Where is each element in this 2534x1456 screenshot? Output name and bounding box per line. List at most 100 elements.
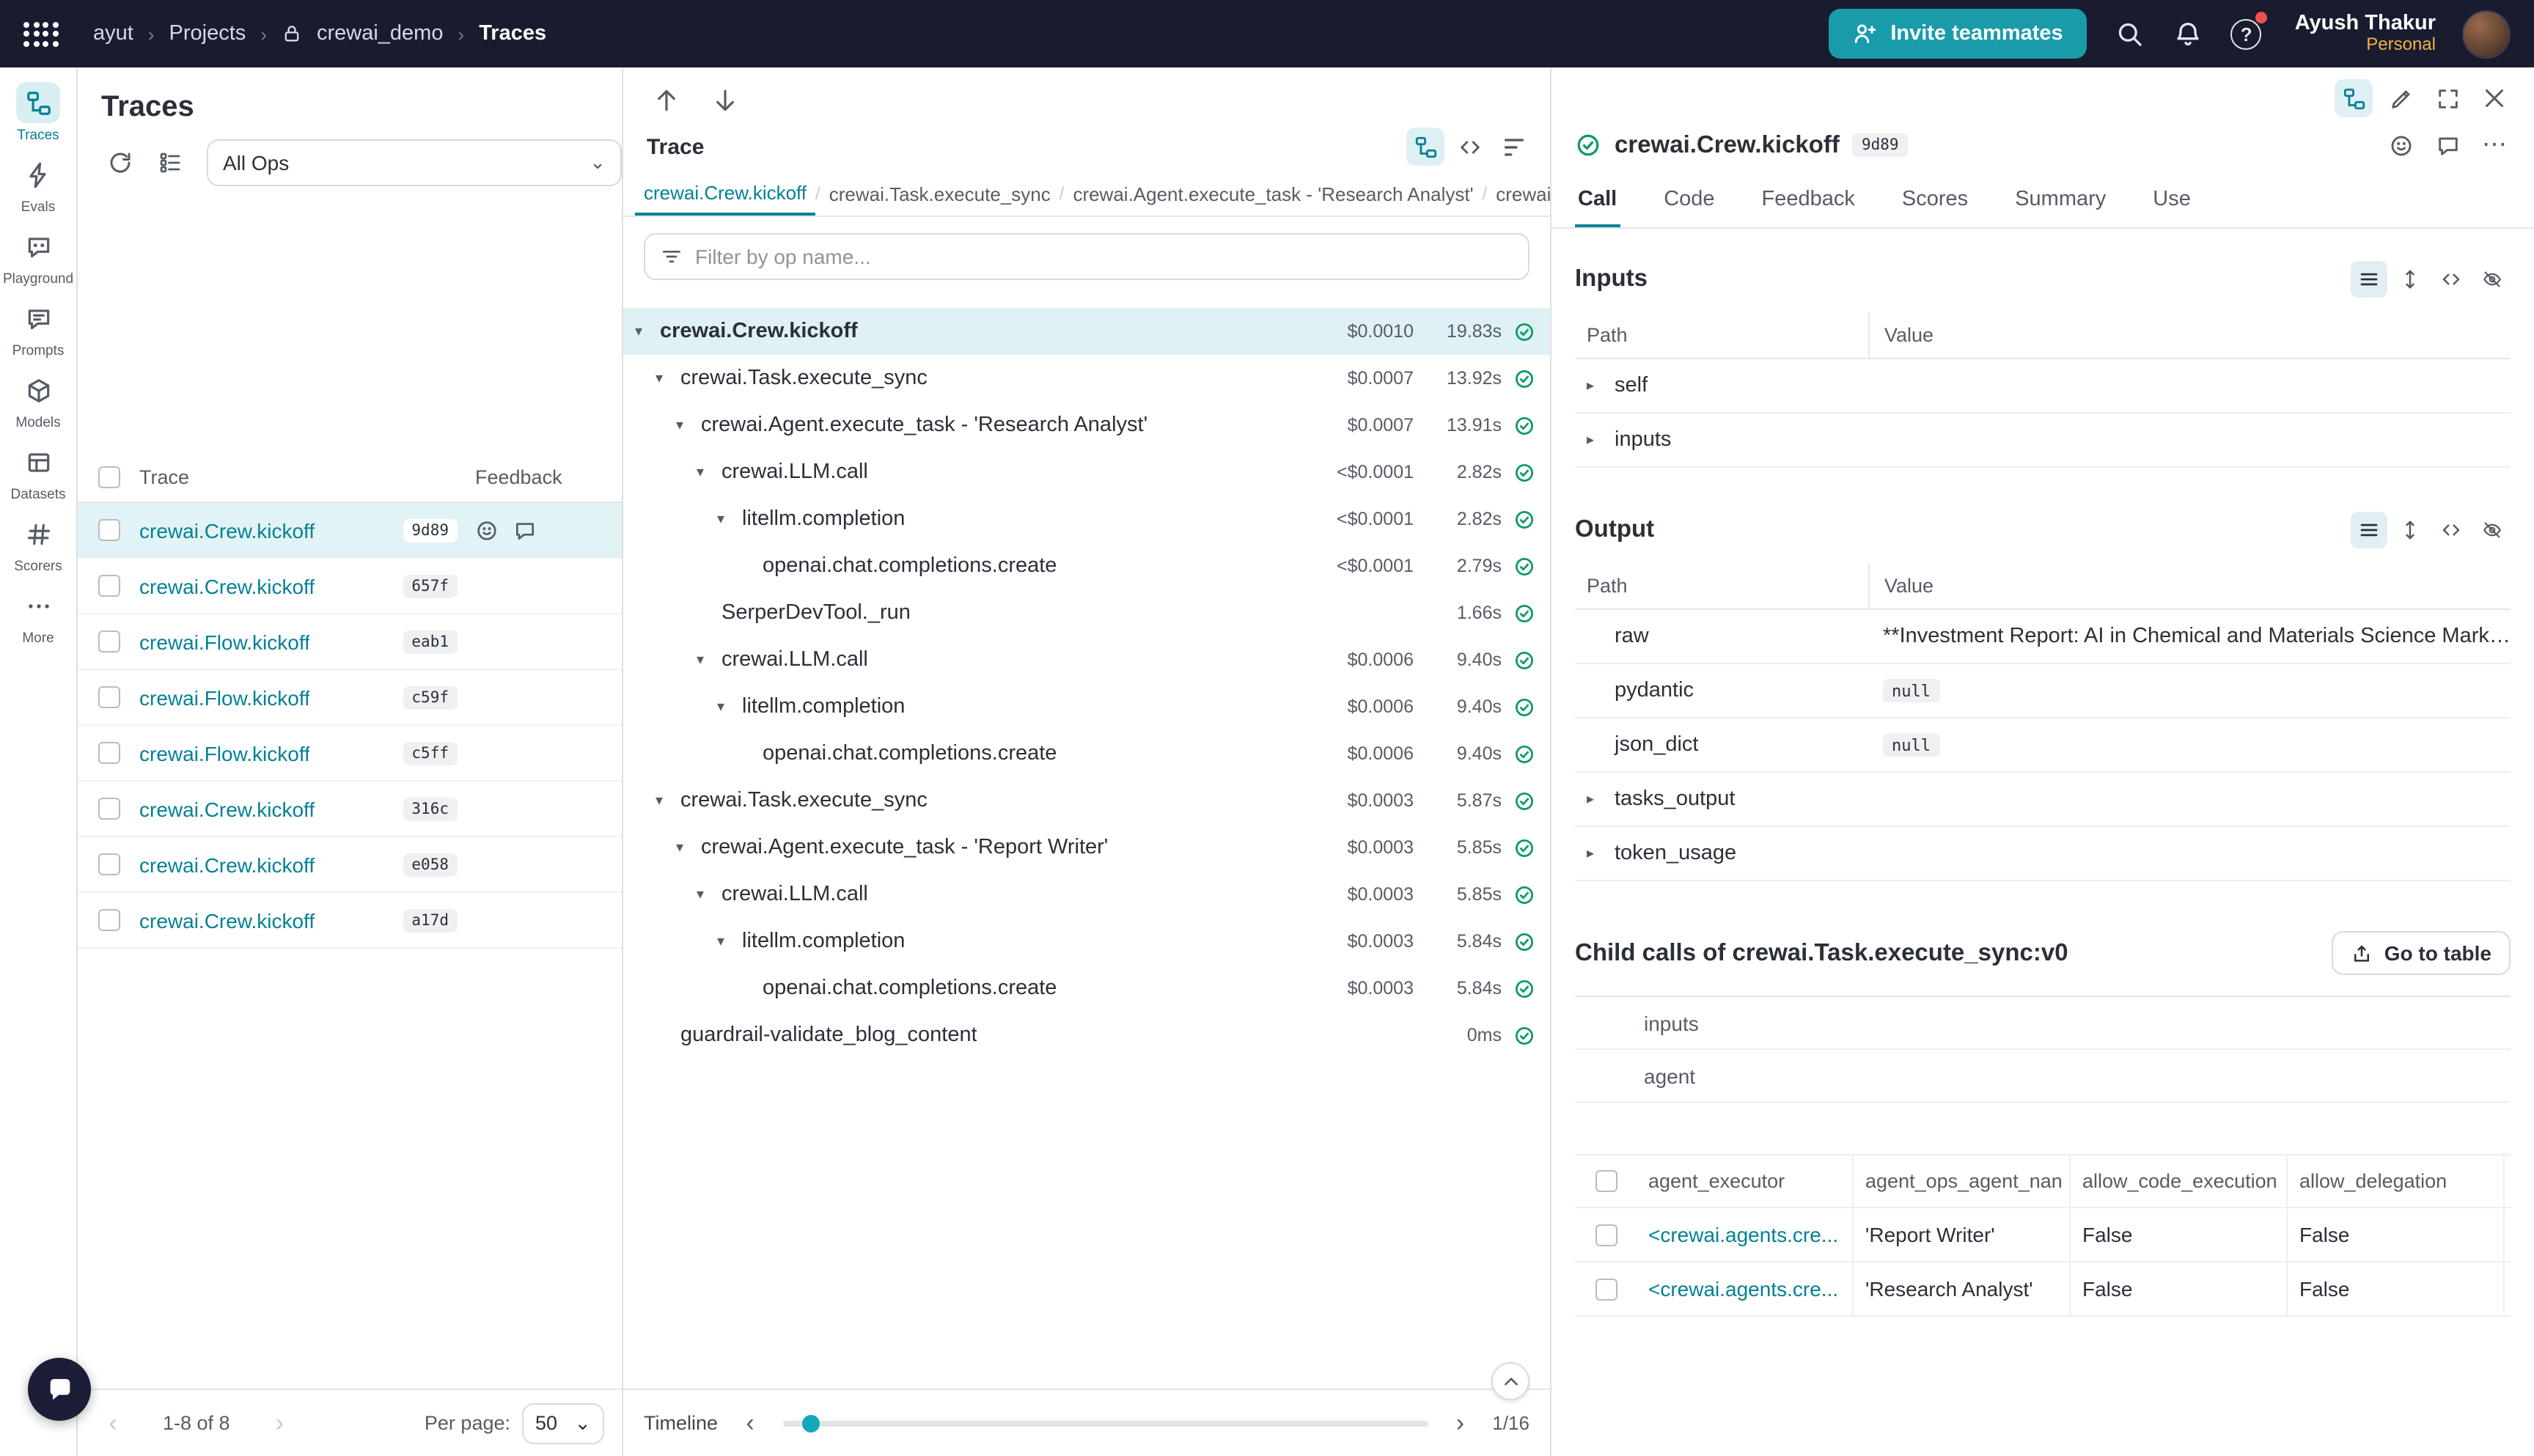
column-header[interactable]: b [2505, 1155, 2511, 1207]
ops-filter-select[interactable]: All Ops ⌄ [207, 139, 622, 186]
sidebar-item-scorers[interactable]: Scorers [1, 513, 75, 575]
trace-tree-row[interactable]: ▾ crewai.Crew.kickoff $0.0010 19.83s [623, 308, 1550, 355]
chevron-down-icon[interactable]: ▾ [697, 464, 721, 480]
wandb-logo[interactable] [23, 21, 58, 46]
chat-support-button[interactable] [28, 1358, 91, 1421]
per-page-select[interactable]: 50 ⌄ [522, 1402, 604, 1444]
sidebar-item-more[interactable]: More [1, 585, 75, 647]
chevron-down-icon[interactable]: ▾ [697, 652, 721, 668]
trace-link[interactable]: crewai.Flow.kickoff [139, 685, 310, 709]
row-checkbox[interactable] [98, 909, 120, 931]
table-row[interactable]: <crewai.agents.cre... 'Research Analyst'… [1575, 1262, 2511, 1317]
next-trace-icon[interactable] [705, 81, 743, 119]
add-note-icon[interactable] [2428, 126, 2467, 164]
previous-trace-icon[interactable] [647, 81, 685, 119]
table-row[interactable]: crewai.Crew.kickoffe058 [78, 837, 622, 893]
path-tab[interactable]: crewai.Crew.kickoff [635, 172, 815, 216]
chevron-right-icon[interactable]: ▸ [1587, 845, 1604, 861]
trace-tree-row[interactable]: openai.chat.completions.create $0.0003 5… [623, 965, 1550, 1012]
trace-tree-row[interactable]: guardrail-validate_blog_content 0ms [623, 1012, 1550, 1059]
trace-link[interactable]: crewai.Crew.kickoff [139, 518, 315, 542]
select-all-checkbox[interactable] [98, 466, 120, 488]
path-tab[interactable]: crewai.Agent.execute_task - 'Research An… [1064, 172, 1482, 216]
hide-values-icon[interactable] [2474, 512, 2511, 548]
sidebar-item-playground[interactable]: Playground [1, 226, 75, 287]
code-format-icon[interactable] [2433, 261, 2469, 298]
sidebar-item-traces[interactable]: Traces [1, 82, 75, 144]
trace-tree-row[interactable]: ▾ crewai.Task.execute_sync $0.0007 13.92… [623, 355, 1550, 402]
trace-tree-row[interactable]: SerperDevTool._run 1.66s [623, 589, 1550, 636]
help-icon[interactable]: ? [2230, 18, 2263, 50]
trace-tree-row[interactable]: ▾ litellm.completion <$0.0001 2.82s [623, 496, 1550, 543]
row-checkbox[interactable] [98, 519, 120, 541]
toggle-tree-icon[interactable] [2335, 79, 2373, 117]
chevron-down-icon[interactable]: ▾ [655, 793, 680, 809]
select-all-checkbox[interactable] [1595, 1170, 1617, 1192]
trace-link[interactable]: crewai.Crew.kickoff [139, 908, 315, 932]
code-format-icon[interactable] [2433, 512, 2469, 548]
chevron-right-icon[interactable]: ▸ [1587, 432, 1604, 448]
notifications-bell-icon[interactable] [2172, 18, 2204, 50]
output-row-raw[interactable]: raw **Investment Report: AI in Chemical … [1575, 610, 2511, 664]
trace-tree-row[interactable]: ▾ litellm.completion $0.0003 5.84s [623, 918, 1550, 965]
row-checkbox[interactable] [98, 630, 120, 652]
row-checkbox[interactable] [98, 686, 120, 708]
output-row-tasks-output[interactable]: ▸tasks_output [1575, 773, 2511, 827]
tab-summary[interactable]: Summary [2012, 176, 2109, 227]
close-icon[interactable] [2475, 79, 2513, 117]
chevron-down-icon[interactable]: ▾ [676, 839, 701, 856]
tab-code[interactable]: Code [1661, 176, 1717, 227]
chevron-down-icon[interactable]: ▾ [717, 699, 742, 715]
user-menu[interactable]: Ayush Thakur Personal [2295, 12, 2436, 56]
edit-icon[interactable] [2381, 79, 2420, 117]
hide-values-icon[interactable] [2474, 261, 2511, 298]
scroll-to-top-button[interactable] [1491, 1362, 1529, 1400]
agent-executor-link[interactable]: <crewai.agents.cre... [1648, 1223, 1838, 1246]
breadcrumb-project[interactable]: crewai_demo [317, 22, 444, 45]
trace-tree-row[interactable]: ▾ crewai.LLM.call $0.0006 9.40s [623, 636, 1550, 683]
row-checkbox[interactable] [98, 798, 120, 820]
refresh-icon[interactable] [101, 144, 139, 182]
avatar[interactable] [2462, 10, 2511, 58]
row-checkbox[interactable] [98, 853, 120, 875]
sidebar-item-datasets[interactable]: Datasets [1, 441, 75, 503]
chevron-down-icon[interactable]: ▾ [676, 417, 701, 433]
fullscreen-icon[interactable] [2428, 79, 2467, 117]
output-row-json-dict[interactable]: json_dict null [1575, 718, 2511, 773]
agent-executor-link[interactable]: <crewai.agents.cre... [1648, 1277, 1838, 1301]
sidebar-item-prompts[interactable]: Prompts [1, 298, 75, 359]
trace-tree-row[interactable]: ▾ crewai.LLM.call <$0.0001 2.82s [623, 449, 1550, 496]
table-row[interactable]: crewai.Crew.kickoff9d89 [78, 503, 622, 559]
table-row[interactable]: crewai.Crew.kickoff316c [78, 782, 622, 837]
next-page-icon[interactable]: › [262, 1405, 298, 1441]
trace-tree-row[interactable]: ▾ crewai.Agent.execute_task - 'Research … [623, 402, 1550, 449]
expand-values-icon[interactable] [2392, 261, 2428, 298]
go-to-table-button[interactable]: Go to table [2332, 931, 2511, 975]
table-row[interactable]: crewai.Flow.kickoffc59f [78, 670, 622, 726]
row-checkbox[interactable] [98, 575, 120, 597]
table-row[interactable]: crewai.Flow.kickoffeab1 [78, 614, 622, 670]
trace-link[interactable]: crewai.Crew.kickoff [139, 853, 315, 876]
table-row[interactable]: crewai.Flow.kickoffc5ff [78, 726, 622, 782]
timeline-prev-icon[interactable]: ‹ [732, 1405, 768, 1441]
path-tab[interactable]: crewai.LLM.cal... [1487, 172, 1550, 216]
tree-view-icon[interactable] [1406, 128, 1444, 166]
output-row-token-usage[interactable]: ▸token_usage [1575, 827, 2511, 881]
column-settings-icon[interactable] [151, 144, 189, 182]
add-reaction-icon[interactable] [475, 518, 499, 542]
breadcrumb-current-page[interactable]: Traces [479, 22, 546, 45]
trace-tree-row[interactable]: ▾ crewai.LLM.call $0.0003 5.85s [623, 871, 1550, 918]
chevron-down-icon[interactable]: ▾ [697, 886, 721, 902]
column-header[interactable]: allow_code_execution [2071, 1155, 2288, 1207]
input-row-self[interactable]: ▸self [1575, 359, 2511, 413]
chevron-down-icon[interactable]: ▾ [635, 323, 660, 339]
sidebar-item-models[interactable]: Models [1, 369, 75, 431]
trace-link[interactable]: crewai.Crew.kickoff [139, 797, 315, 820]
sidebar-item-evals[interactable]: Evals [1, 154, 75, 216]
trace-link[interactable]: crewai.Flow.kickoff [139, 741, 310, 765]
flame-graph-icon[interactable] [1494, 128, 1532, 166]
expand-values-icon[interactable] [2392, 512, 2428, 548]
list-view-icon[interactable] [2351, 261, 2387, 298]
breadcrumb-projects[interactable]: Projects [169, 22, 246, 45]
row-checkbox[interactable] [1595, 1278, 1617, 1300]
